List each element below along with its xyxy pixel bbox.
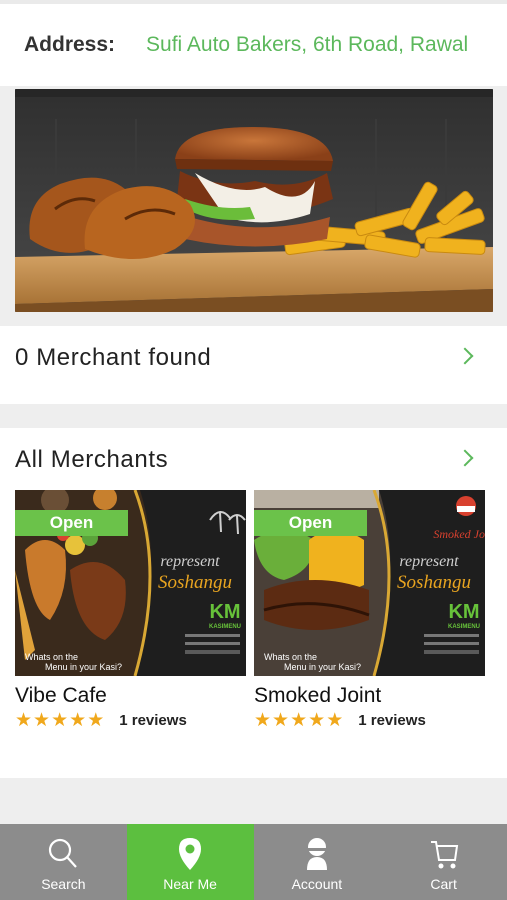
nav-label: Account	[291, 876, 343, 892]
nav-label: Search	[41, 876, 86, 892]
chevron-right-icon[interactable]	[456, 449, 474, 467]
all-merchants-title: All Merchants	[15, 446, 169, 473]
location-pin-icon	[179, 838, 202, 870]
all-merchants-section: All Merchants represent Soshangu KM KASI…	[0, 428, 507, 778]
star-icon: ★	[290, 710, 308, 731]
star-icon: ★	[51, 710, 69, 731]
rating-row: ★ ★ ★ ★ ★ 1 reviews	[254, 711, 485, 730]
nav-account[interactable]: Account	[254, 824, 381, 900]
promo-text: Soshangu	[397, 572, 471, 593]
promo-tagline: Menu in your Kasi?	[284, 662, 361, 672]
promo-text: represent	[160, 553, 220, 570]
review-count: 1 reviews	[119, 712, 187, 729]
nav-near-me[interactable]: Near Me	[126, 824, 254, 900]
status-badge: Open	[254, 510, 367, 536]
svg-text:KM: KM	[448, 601, 479, 623]
address-value[interactable]: Sufi Auto Bakers, 6th Road, Rawal	[146, 33, 468, 57]
star-icon: ★	[272, 710, 290, 731]
address-bar[interactable]: Address: Sufi Auto Bakers, 6th Road, Raw…	[0, 0, 507, 86]
promo-brand: KASIMENU	[448, 624, 480, 630]
nav-search[interactable]: Search	[0, 824, 127, 900]
nav-label: Cart	[430, 876, 457, 892]
chevron-right-icon[interactable]	[456, 347, 474, 365]
merchant-name[interactable]: Smoked Joint	[254, 684, 485, 708]
star-icon: ★	[33, 710, 51, 731]
search-icon	[49, 838, 78, 868]
merchant-name[interactable]: Vibe Cafe	[15, 684, 246, 708]
hero-banner-image	[15, 89, 493, 312]
promo-tagline: Whats on the	[264, 652, 317, 662]
promo-brand: KASIMENU	[209, 624, 241, 630]
promo-text: represent	[399, 553, 459, 570]
star-icon: ★	[87, 710, 105, 731]
merchant-card-vibe-cafe[interactable]: represent Soshangu KM KASIMENU Whats on …	[15, 490, 246, 730]
merchant-found-section[interactable]: 0 Merchant found	[0, 326, 507, 404]
star-icon: ★	[15, 710, 33, 731]
merchant-found-title: 0 Merchant found	[15, 344, 212, 371]
promo-text: Soshangu	[158, 572, 232, 593]
status-badge: Open	[15, 510, 128, 536]
cart-icon	[430, 841, 458, 869]
nav-label: Near Me	[163, 876, 217, 892]
promo-tagline: Whats on the	[25, 652, 78, 662]
merchant-card-smoked-joint[interactable]: Smoked Jo represent Soshangu KM KASIMENU…	[254, 490, 485, 730]
bottom-nav: Search Near Me Account Cart	[0, 824, 507, 900]
merchant-image[interactable]: Smoked Jo represent Soshangu KM KASIMENU…	[254, 490, 485, 676]
promo-tagline: Menu in your Kasi?	[45, 662, 122, 672]
star-icon: ★	[308, 710, 326, 731]
address-label: Address:	[24, 33, 116, 56]
star-icon: ★	[326, 710, 344, 731]
star-icon: ★	[69, 710, 87, 731]
merchant-image[interactable]: represent Soshangu KM KASIMENU Whats on …	[15, 490, 246, 676]
star-icon: ★	[254, 710, 272, 731]
svg-text:KM: KM	[209, 601, 240, 623]
review-count: 1 reviews	[358, 712, 426, 729]
rating-row: ★ ★ ★ ★ ★ 1 reviews	[15, 711, 246, 730]
promo-logo-text: Smoked Jo	[433, 527, 485, 541]
user-icon	[306, 838, 327, 870]
nav-cart[interactable]: Cart	[380, 824, 507, 900]
